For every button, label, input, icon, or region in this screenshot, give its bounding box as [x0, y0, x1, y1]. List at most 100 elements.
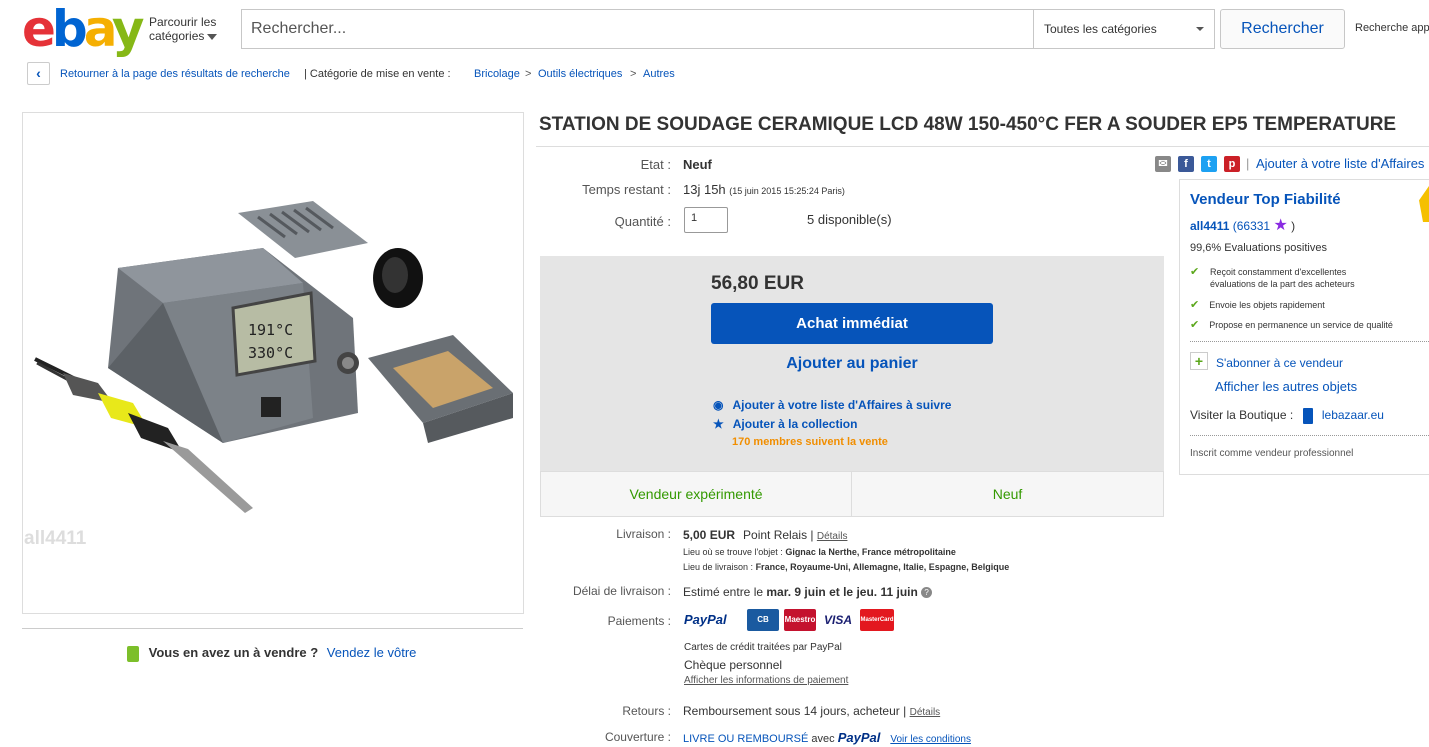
coverage-label: Couverture :: [604, 730, 671, 744]
time-left-label: Temps restant :: [582, 182, 671, 197]
breadcrumb-category-prefix: | Catégorie de mise en vente :: [304, 68, 451, 80]
logo-letter-b: b: [51, 0, 88, 58]
tag-icon: [127, 645, 139, 662]
seller-feedback-score[interactable]: (66331: [1233, 219, 1270, 233]
pinterest-icon[interactable]: p: [1224, 156, 1240, 172]
shop-link[interactable]: lebazaar.eu: [1322, 408, 1384, 422]
email-icon[interactable]: ✉: [1155, 156, 1171, 172]
card-mastercard: MasterCard: [860, 609, 894, 631]
returns-text: Remboursement sous 14 jours, acheteur: [683, 704, 900, 718]
category-select-value: Toutes les catégories: [1044, 22, 1157, 36]
ebay-logo[interactable]: ebay: [22, 4, 144, 54]
product-image[interactable]: 191°C 330°C: [22, 112, 524, 614]
soldering-station-image: 191°C 330°C: [34, 201, 513, 513]
category-select[interactable]: Toutes les catégories: [1033, 9, 1215, 49]
shipping-label: Livraison :: [616, 527, 671, 541]
add-to-watch-list-link[interactable]: Ajouter à votre liste d'Affaires: [1256, 156, 1424, 171]
seller-point: ✔ Reçoit constamment d'excellentes évalua…: [1190, 266, 1380, 290]
seller-point-text: Propose en permanence un service de qual…: [1209, 320, 1393, 330]
condition-label: Etat :: [640, 157, 671, 172]
ships-to-label: Lieu de livraison :: [683, 562, 754, 572]
pro-seller-note: Inscrit comme vendeur professionnel: [1190, 448, 1354, 459]
product-title: STATION DE SOUDAGE CERAMIQUE LCD 48W 150…: [539, 114, 1397, 135]
watch-link[interactable]: ◉ Ajouter à votre liste d'Affaires à suiv…: [713, 398, 951, 412]
breadcrumb-item[interactable]: Autres: [643, 68, 675, 80]
back-to-results-link[interactable]: Retourner à la page des résultats de rec…: [60, 68, 290, 80]
time-left: 13j 15h: [683, 182, 726, 197]
chevron-down-icon: [207, 33, 218, 40]
check-icon: ✔: [1190, 319, 1200, 331]
logo-letter-e: e: [22, 0, 56, 58]
seller-name[interactable]: all4411: [1190, 219, 1229, 233]
returns-details-link[interactable]: Détails: [910, 707, 941, 718]
facebook-icon[interactable]: f: [1178, 156, 1194, 172]
seller-score-close: ): [1291, 219, 1296, 233]
breadcrumb-item[interactable]: Outils électriques: [538, 68, 622, 80]
quantity-input[interactable]: 1: [684, 207, 728, 233]
members-watching: 170 membres suivent la vente: [732, 436, 888, 448]
returns-label: Retours :: [622, 704, 671, 718]
plus-icon[interactable]: +: [1190, 352, 1208, 370]
add-to-cart-button[interactable]: Ajouter au panier: [711, 355, 993, 373]
sell-yours-link[interactable]: Vendez le vôtre: [327, 645, 417, 660]
breadcrumb-separator: >: [630, 68, 637, 80]
subscribe-link[interactable]: S'abonner à ce vendeur: [1216, 356, 1343, 370]
seller-point: ✔ Propose en permanence un service de qua…: [1190, 319, 1393, 331]
delivery-prefix: Estimé entre le: [683, 585, 764, 599]
search-button[interactable]: Rechercher: [1220, 9, 1345, 49]
divider: [1190, 341, 1429, 342]
end-date: (15 juin 2015 15:25:24 Paris): [729, 186, 845, 196]
condition-value: Neuf: [683, 157, 712, 172]
other-items-link[interactable]: Afficher les autres objets: [1215, 379, 1357, 394]
watch-link-label: Ajouter à votre liste d'Affaires à suivr…: [732, 398, 952, 412]
shipping-details-link[interactable]: Détails: [817, 531, 848, 542]
divider: [22, 628, 523, 629]
separator: |: [903, 704, 907, 718]
back-arrow-icon[interactable]: ‹: [27, 62, 50, 85]
price: 56,80 EUR: [711, 273, 804, 294]
shooting-star-icon: ★: [1273, 217, 1288, 234]
sell-question: Vous en avez un à vendre ?: [148, 645, 319, 660]
breadcrumb-separator: >: [525, 68, 532, 80]
card-visa: VISA: [820, 609, 856, 631]
card-cb: CB: [747, 609, 779, 631]
time-left-value: 13j 15h (15 juin 2015 15:25:24 Paris): [683, 182, 845, 197]
buy-now-button[interactable]: Achat immédiat: [711, 303, 993, 344]
payments-label: Paiements :: [607, 614, 671, 628]
delivery-date-to: jeu. 11 juin: [856, 585, 918, 599]
paypal-logo: PayPal: [684, 612, 727, 627]
help-icon[interactable]: ?: [921, 587, 933, 599]
advanced-search-link[interactable]: Recherche app: [1355, 22, 1429, 34]
cheque: Chèque personnel: [684, 658, 783, 672]
lcd-line-1: 191°C: [248, 321, 293, 339]
collection-link[interactable]: ★ Ajouter à la collection: [713, 417, 857, 431]
shipping-method: Point Relais: [743, 528, 808, 542]
badges-row: Vendeur expérimenté Neuf: [540, 471, 1164, 517]
check-icon: ✔: [1190, 266, 1200, 278]
card-maestro: Maestro: [784, 609, 816, 631]
quantity-label: Quantité :: [614, 214, 671, 229]
eye-icon: ◉: [713, 398, 724, 412]
logo-letter-y: y: [111, 0, 145, 58]
check-icon: ✔: [1190, 299, 1200, 311]
separator: |: [810, 528, 814, 542]
shipping-cost: 5,00 EUR: [683, 528, 736, 542]
breadcrumb-item[interactable]: Bricolage: [474, 68, 520, 80]
divider: [1190, 435, 1429, 436]
available-count: 5 disponible(s): [807, 212, 892, 227]
delivery-date-from: mar. 9 juin: [766, 585, 826, 599]
seller-point: ✔ Envoie les objets rapidement: [1190, 299, 1325, 311]
conditions-link[interactable]: Voir les conditions: [890, 734, 971, 745]
browse-label-2: catégories: [149, 29, 205, 43]
store-icon: [1302, 408, 1313, 424]
search-input[interactable]: [241, 9, 1034, 49]
browse-categories-button[interactable]: Parcourir les catégories: [149, 15, 218, 43]
logo-letter-a: a: [83, 0, 116, 58]
sell-note: Vous en avez un à vendre ? Vendez le vôt…: [127, 645, 416, 662]
ships-to: France, Royaume-Uni, Allemagne, Italie, …: [755, 562, 1010, 572]
coverage-with: avec: [811, 733, 835, 745]
coverage-text[interactable]: LIVRE OU REMBOURSÉ: [683, 733, 808, 745]
twitter-icon[interactable]: t: [1201, 156, 1217, 172]
badge-experienced-seller: Vendeur expérimenté: [541, 472, 852, 516]
payment-info-link[interactable]: Afficher les informations de paiement: [684, 675, 848, 686]
